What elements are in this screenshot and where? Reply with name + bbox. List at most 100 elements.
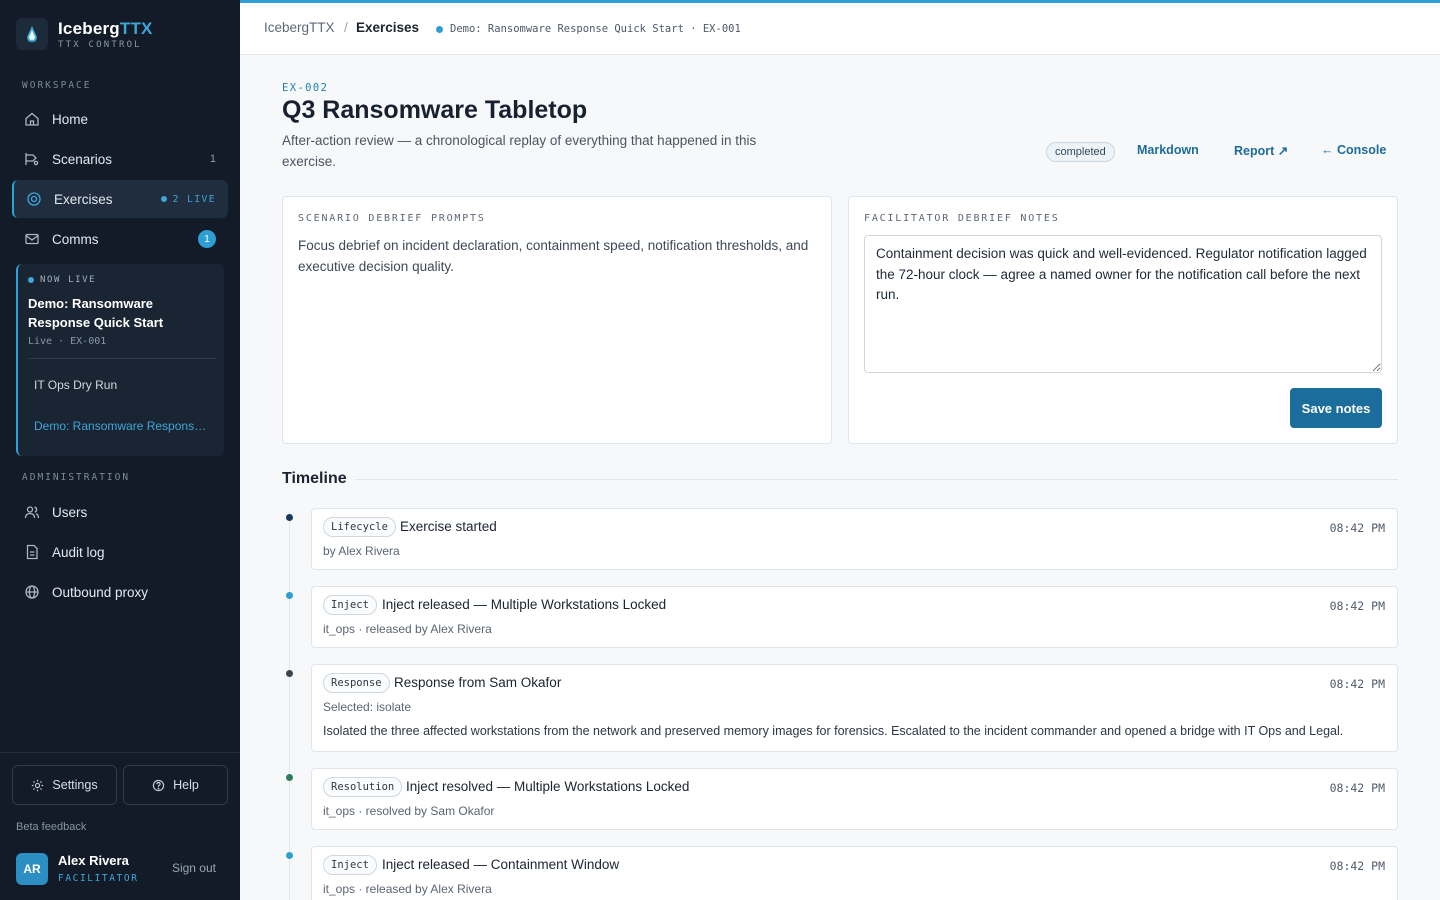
nav-item-users[interactable]: Users	[12, 493, 228, 531]
brand-name: IcebergTTX	[58, 18, 153, 38]
nav-label: Users	[52, 504, 88, 520]
timeline-dot	[286, 592, 293, 599]
breadcrumb-current[interactable]: Exercises	[356, 20, 419, 35]
timeline-dot	[286, 852, 293, 859]
event-subtitle: it_ops · released by Alex Rivera	[323, 882, 492, 896]
scenario-debrief-card: SCENARIO DEBRIEF PROMPTS Focus debrief o…	[282, 196, 832, 444]
nav-label: Audit log	[52, 544, 105, 560]
help-icon	[152, 779, 165, 792]
live-exercise-link-active[interactable]: Demo: Ransomware Response Quick Start	[34, 419, 212, 433]
page-title: Q3 Ransomware Tabletop	[282, 96, 588, 124]
nav-label: Scenarios	[52, 151, 113, 167]
mail-icon	[24, 231, 40, 247]
gear-icon	[31, 779, 44, 792]
timeline-event: Response Response from Sam Okafor 08:42 …	[311, 664, 1398, 752]
nav-item-exercises[interactable]: Exercises 2 LIVE	[12, 180, 228, 218]
nav-item-comms[interactable]: Comms 1	[12, 220, 228, 258]
sidebar: IcebergTTX TTX CONTROL WORKSPACE Home Sc…	[0, 0, 240, 900]
save-notes-button[interactable]: Save notes	[1290, 388, 1382, 428]
nav-item-home[interactable]: Home	[12, 100, 228, 138]
globe-icon	[24, 584, 40, 600]
card-label: SCENARIO DEBRIEF PROMPTS	[298, 213, 486, 224]
timeline-dot	[286, 774, 293, 781]
event-time: 08:42 PM	[1329, 599, 1385, 613]
breadcrumb-separator: /	[344, 20, 348, 35]
nav-label: Outbound proxy	[52, 584, 149, 600]
event-subtitle: it_ops · resolved by Sam Okafor	[323, 804, 495, 818]
event-time: 08:42 PM	[1329, 677, 1385, 691]
event-body: Isolated the three affected workstations…	[323, 724, 1344, 738]
exercise-id: EX-002	[282, 82, 329, 94]
comms-unread-badge: 1	[198, 230, 216, 248]
console-link[interactable]: ← Console	[1321, 143, 1386, 157]
divider	[28, 358, 216, 359]
nav-item-outbound-proxy[interactable]: Outbound proxy	[12, 573, 228, 611]
document-icon	[24, 544, 40, 560]
nav-label: Exercises	[54, 191, 113, 207]
event-time: 08:42 PM	[1329, 781, 1385, 795]
event-title: Inject released — Multiple Workstations …	[382, 597, 667, 612]
user-role: FACILITATOR	[58, 873, 139, 884]
now-live-card: NOW LIVE Demo: Ransomware Response Quick…	[16, 264, 224, 456]
timeline-event: Lifecycle Exercise started 08:42 PM by A…	[311, 508, 1398, 570]
settings-label: Settings	[52, 778, 98, 792]
event-title: Exercise started	[400, 519, 497, 534]
settings-button[interactable]: Settings	[12, 765, 117, 805]
timeline-dot	[286, 514, 293, 521]
event-type-tag: Response	[323, 673, 390, 693]
live-dot-icon	[436, 25, 443, 33]
report-link[interactable]: Report ↗	[1234, 143, 1288, 158]
now-live-label: NOW LIVE	[28, 275, 96, 285]
scenarios-count: 1	[209, 153, 216, 165]
timeline-event: Inject Inject released — Multiple Workst…	[311, 586, 1398, 648]
brand-subtitle: TTX CONTROL	[58, 39, 142, 50]
facilitator-notes-card: FACILITATOR DEBRIEF NOTES Save notes	[848, 196, 1398, 444]
event-title: Inject released — Containment Window	[382, 857, 620, 872]
iceberg-logo-icon	[16, 18, 48, 50]
card-label: FACILITATOR DEBRIEF NOTES	[864, 213, 1060, 224]
status-badge: completed	[1046, 142, 1115, 162]
live-exercise-link[interactable]: IT Ops Dry Run	[34, 378, 117, 392]
home-icon	[24, 111, 40, 127]
timeline-event: Inject Inject released — Containment Win…	[311, 846, 1398, 900]
admin-section-label: ADMINISTRATION	[22, 472, 131, 483]
event-type-tag: Resolution	[323, 777, 403, 797]
event-subtitle: it_ops · released by Alex Rivera	[323, 622, 492, 636]
live-exercise-meta: Live · EX-001	[28, 336, 107, 347]
event-subtitle: Selected: isolate	[323, 700, 412, 714]
event-time: 08:42 PM	[1329, 521, 1385, 535]
help-button[interactable]: Help	[123, 765, 228, 805]
nav-item-scenarios[interactable]: Scenarios 1	[12, 140, 228, 178]
nav-item-audit-log[interactable]: Audit log	[12, 533, 228, 571]
event-time: 08:42 PM	[1329, 859, 1385, 873]
nav-label: Home	[52, 111, 89, 127]
event-title: Inject resolved — Multiple Workstations …	[406, 779, 690, 794]
timeline-heading: Timeline	[282, 470, 347, 487]
brand[interactable]: IcebergTTX TTX CONTROL	[16, 18, 153, 50]
top-bar: IcebergTTX / Exercises Demo: Ransomware …	[240, 3, 1440, 55]
timeline-event: Resolution Inject resolved — Multiple Wo…	[311, 768, 1398, 830]
breadcrumb-root[interactable]: IcebergTTX	[264, 20, 335, 35]
event-type-tag: Lifecycle	[323, 517, 396, 537]
debrief-prompts-text: Focus debrief on incident declaration, c…	[298, 238, 809, 274]
workspace-section-label: WORKSPACE	[22, 80, 92, 91]
markdown-export-link[interactable]: Markdown	[1137, 143, 1199, 157]
sign-out-button[interactable]: Sign out	[172, 861, 216, 875]
scenarios-icon	[24, 151, 40, 167]
event-type-tag: Inject	[323, 855, 377, 875]
beta-feedback-link[interactable]: Beta feedback	[16, 821, 86, 833]
timeline-dot	[286, 670, 293, 677]
live-exercise-title[interactable]: Demo: Ransomware Response Quick Start	[28, 294, 218, 332]
event-type-tag: Inject	[323, 595, 377, 615]
page-description: After-action review — a chronological re…	[282, 133, 757, 169]
exercises-live-badge: 2 LIVE	[160, 194, 216, 205]
users-icon	[24, 504, 40, 520]
divider	[0, 752, 240, 753]
event-subtitle: by Alex Rivera	[323, 544, 400, 558]
nav-label: Comms	[52, 231, 99, 247]
debrief-notes-textarea[interactable]	[864, 235, 1382, 373]
breadcrumb-live-context[interactable]: Demo: Ransomware Response Quick Start · …	[436, 23, 741, 35]
user-name: Alex Rivera	[58, 853, 129, 868]
timeline-line	[289, 512, 290, 900]
divider	[355, 479, 1398, 480]
